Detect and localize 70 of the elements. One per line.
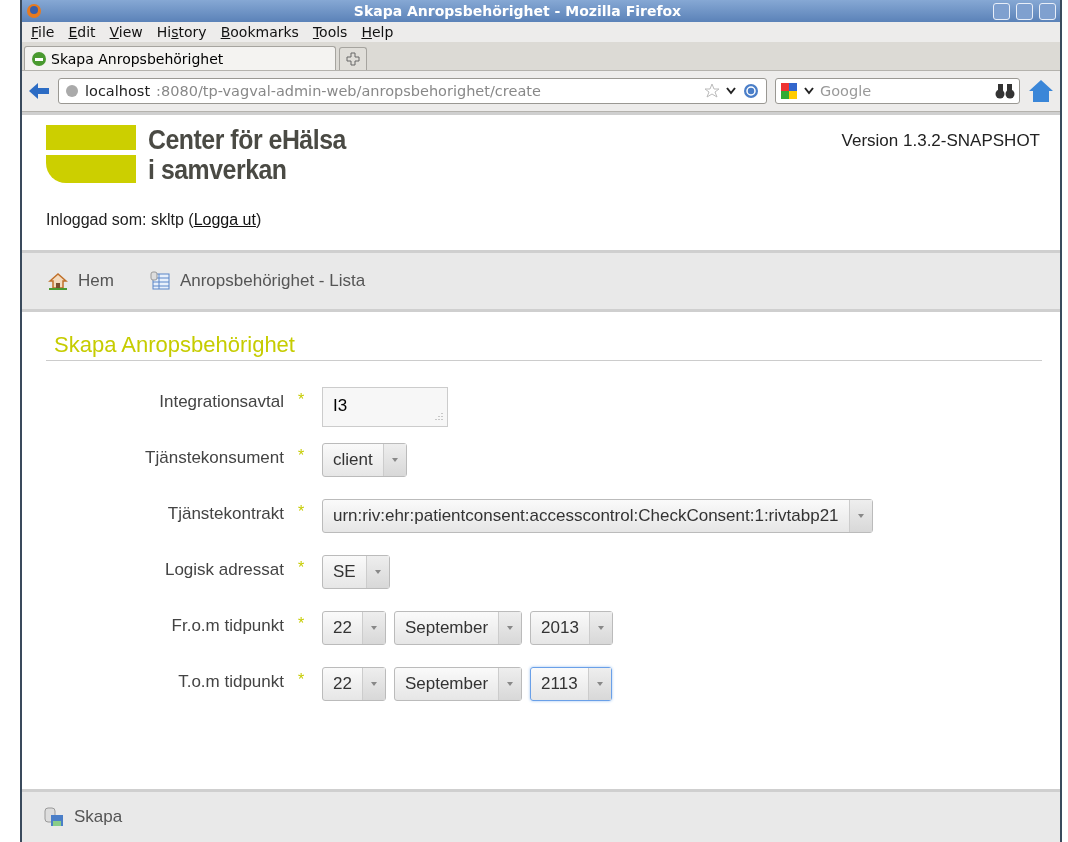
required-marker: *: [298, 670, 306, 690]
field-label: Logisk adressat: [163, 559, 285, 581]
nav-link[interactable]: Hem: [48, 271, 114, 291]
dropdown[interactable]: September: [393, 611, 523, 645]
dropdown[interactable]: urn:riv:ehr:patientconsent:accesscontrol:CheckConsent:1:rivtabp21: [322, 499, 873, 533]
dropdown[interactable]: 2113: [530, 667, 612, 701]
field-label: T.o.m tidpunkt: [177, 671, 285, 693]
caret-icon: [506, 681, 515, 687]
plus-icon: [346, 52, 360, 66]
caret-icon: [369, 681, 378, 687]
version-label: Version 1.3.2-SNAPSHOT: [841, 131, 1040, 152]
logo-icon: [46, 125, 136, 183]
menu-item[interactable]: Edit: [63, 24, 101, 40]
menu-item[interactable]: File: [26, 24, 60, 40]
caret-icon: [596, 625, 605, 631]
caret-icon: [373, 569, 382, 575]
required-marker: *: [298, 502, 306, 522]
dropdown[interactable]: 2013: [530, 611, 613, 645]
google-icon: [780, 82, 800, 100]
logout-link[interactable]: Logga ut: [193, 211, 256, 228]
caret-icon: [595, 681, 604, 687]
window-title: Skapa Anropsbehörighet - Mozilla Firefox: [352, 3, 683, 19]
dropdown[interactable]: September: [393, 667, 523, 701]
caret-icon: [390, 457, 399, 463]
logo-text: Center för eHälsa: [148, 125, 346, 155]
browser-tab[interactable]: Skapa Anropsbehörighet: [24, 46, 336, 70]
field-label: Tjänstekonsument: [144, 447, 285, 469]
close-button[interactable]: [1039, 2, 1056, 20]
menu-item[interactable]: Bookmarks: [215, 24, 304, 40]
page-heading: Skapa Anropsbehörighet: [46, 332, 1042, 361]
menu-item[interactable]: History: [151, 24, 212, 40]
resize-handle-icon[interactable]: [433, 412, 443, 422]
home-icon[interactable]: [1028, 79, 1054, 103]
binoculars-icon[interactable]: [995, 82, 1015, 100]
caret-icon: [506, 625, 515, 631]
caret-icon: [369, 625, 378, 631]
menu-item[interactable]: Help: [356, 24, 399, 40]
text-area[interactable]: I3: [322, 387, 448, 427]
star-icon[interactable]: [704, 83, 720, 99]
table-icon: [149, 271, 170, 291]
caret-icon[interactable]: [804, 87, 814, 95]
house-icon: [48, 272, 68, 290]
login-status: Inloggad som: skltp (Logga ut): [46, 211, 263, 229]
nav-link[interactable]: Anropsbehörighet - Lista: [149, 271, 366, 291]
maximize-button[interactable]: [1016, 2, 1033, 20]
new-tab-button[interactable]: [339, 47, 367, 70]
dropdown[interactable]: 22: [322, 611, 386, 645]
save-icon: [44, 807, 64, 827]
reload-icon[interactable]: [742, 82, 760, 100]
menu-item[interactable]: Tools: [307, 24, 353, 40]
caret-icon[interactable]: [726, 87, 736, 95]
caret-icon: [856, 513, 865, 519]
back-arrow-icon[interactable]: [28, 81, 50, 101]
search-bar[interactable]: Google: [775, 78, 1020, 104]
dropdown[interactable]: SE: [322, 555, 390, 589]
field-label: Integrationsavtal: [158, 391, 285, 413]
logo-text: i samverkan: [148, 155, 288, 185]
create-button[interactable]: Skapa: [44, 807, 123, 827]
dropdown[interactable]: client: [322, 443, 407, 477]
required-marker: *: [298, 558, 306, 578]
required-marker: *: [298, 390, 306, 410]
required-marker: *: [298, 446, 306, 466]
required-marker: *: [298, 614, 306, 634]
field-label: Fr.o.m tidpunkt: [170, 615, 285, 637]
field-label: Tjänstekontrakt: [166, 503, 285, 525]
address-field[interactable]: localhost :8080/tp-vagval-admin-web/anropsbehorighet/create: [58, 78, 767, 104]
tab-icon: [31, 50, 47, 67]
dropdown[interactable]: 22: [322, 667, 386, 701]
minimize-button[interactable]: [993, 2, 1010, 20]
menu-item[interactable]: View: [104, 24, 148, 40]
